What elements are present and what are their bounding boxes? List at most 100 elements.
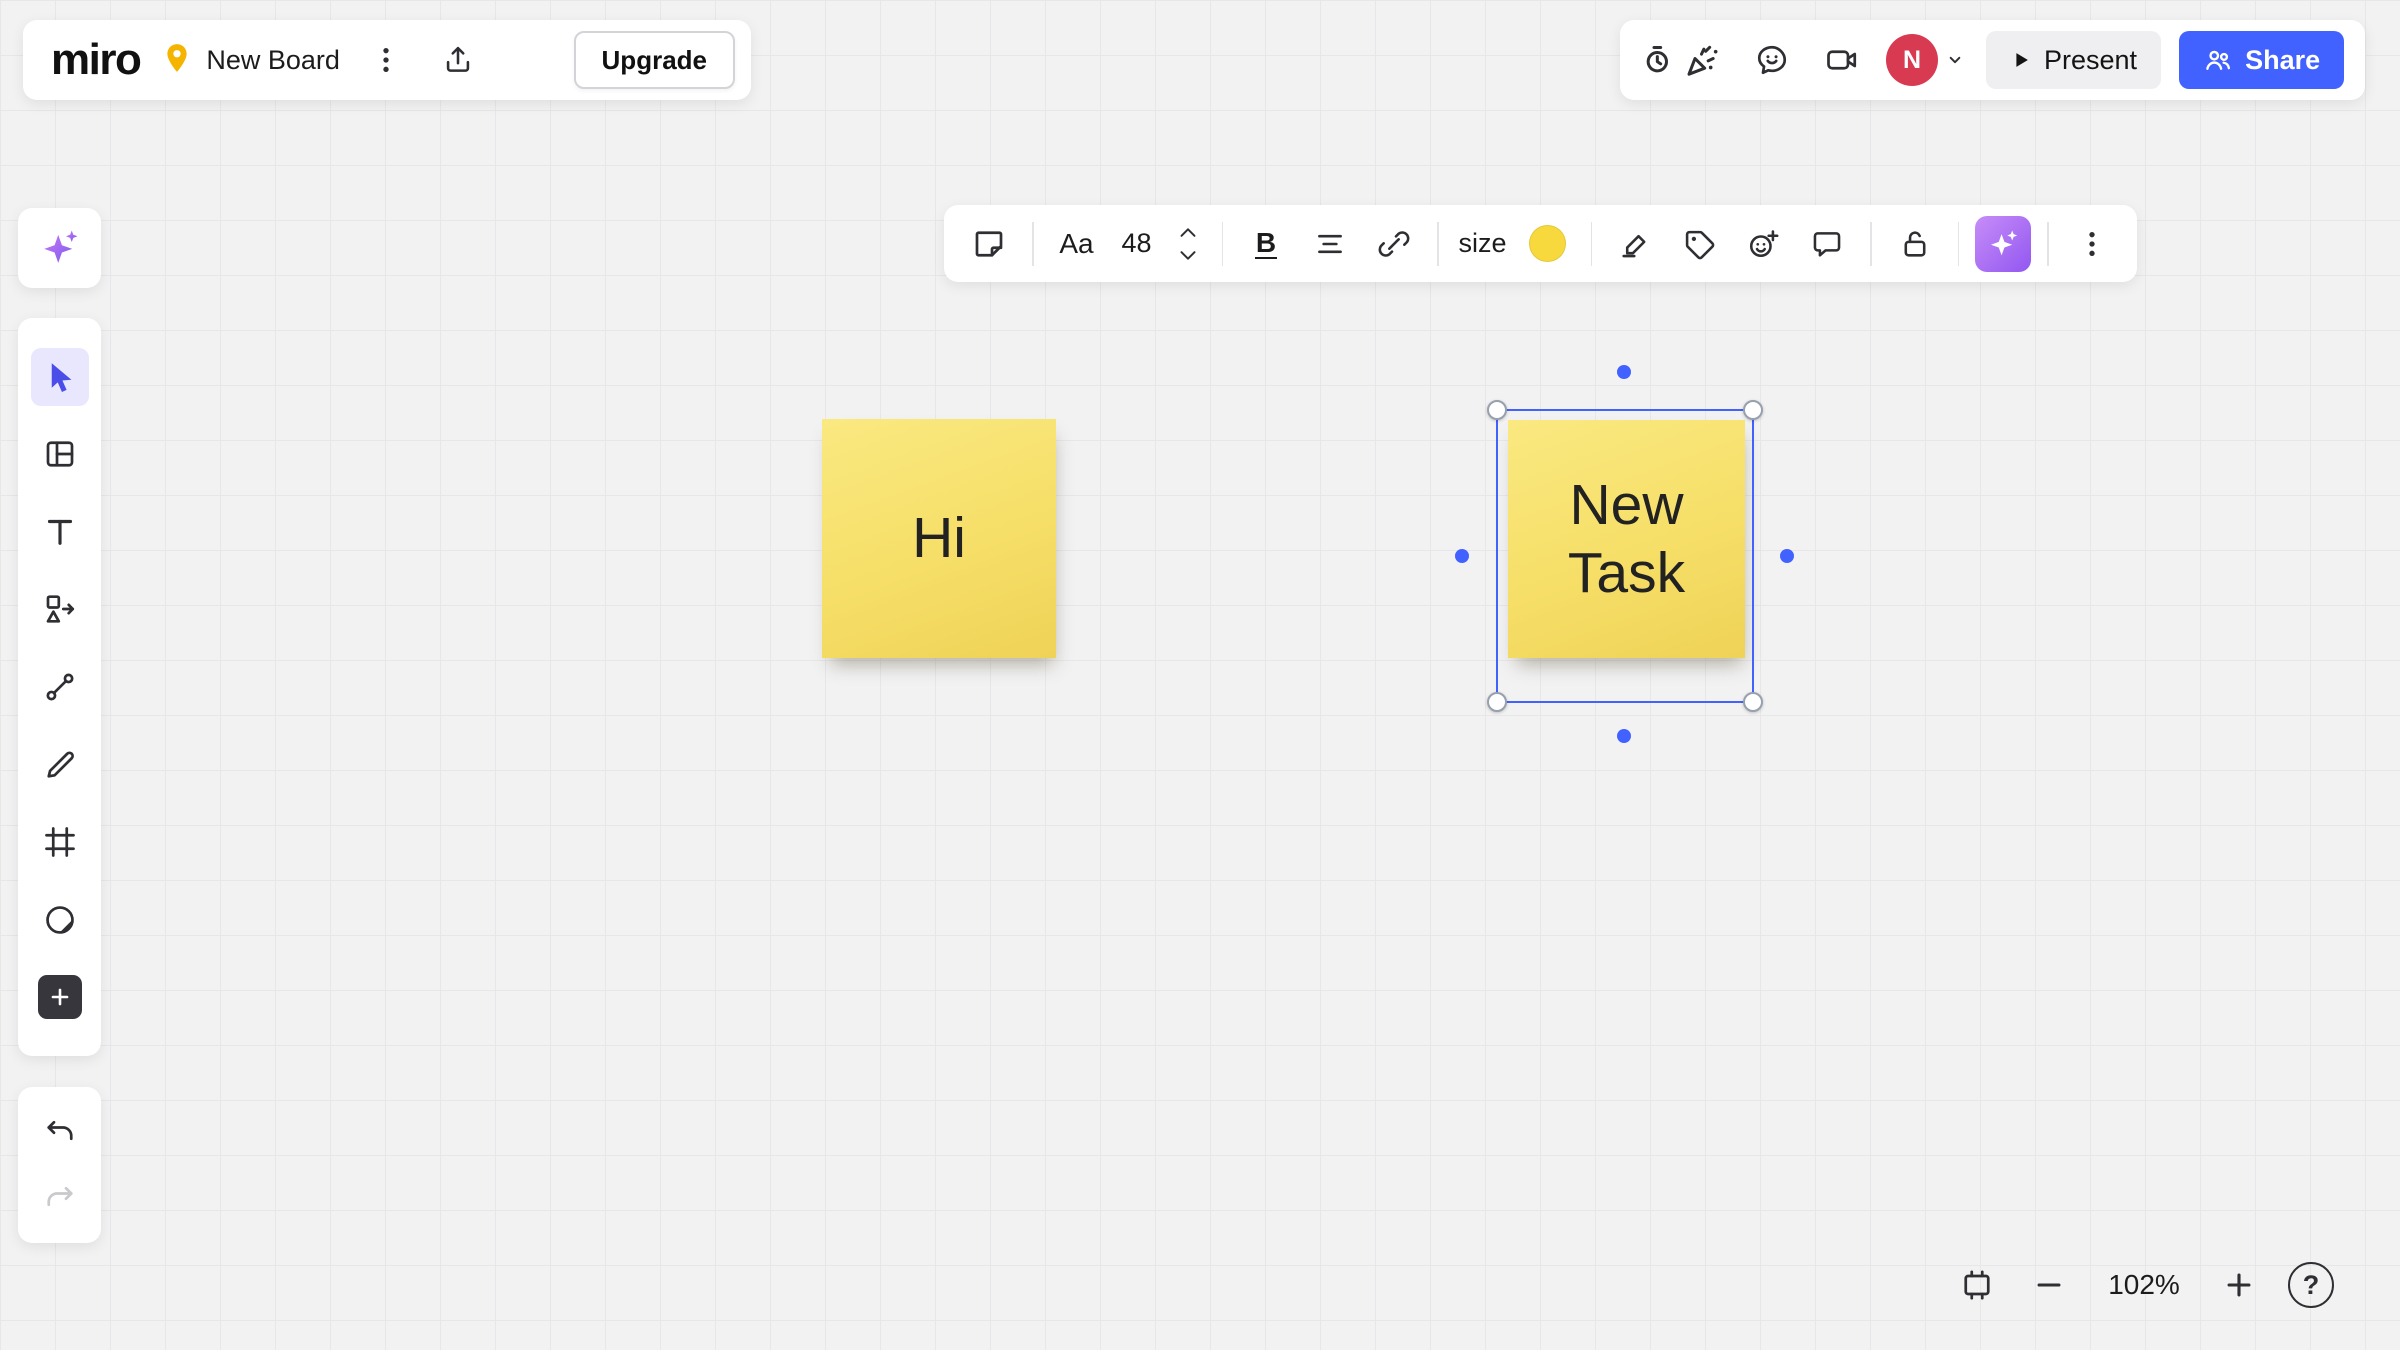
comment-icon: [1813, 231, 1841, 257]
board-pin-icon: [160, 41, 194, 80]
templates-tool[interactable]: [31, 425, 89, 483]
chat-smiley-icon: [1757, 45, 1787, 75]
history-toolbar: [18, 1087, 101, 1243]
fit-to-screen-button[interactable]: [1950, 1258, 2004, 1312]
board-title-group[interactable]: New Board: [160, 41, 340, 80]
minus-icon: [2037, 1283, 2061, 1287]
divider: [1957, 221, 1960, 266]
divider: [1221, 221, 1223, 266]
facilitation-tools-button[interactable]: [1640, 34, 1728, 86]
note-type-button[interactable]: [962, 217, 1016, 271]
size-label: size: [1458, 228, 1507, 258]
account-menu[interactable]: N: [1886, 34, 1968, 86]
comment-button[interactable]: [1800, 217, 1854, 271]
zoom-level[interactable]: 102%: [2094, 1269, 2194, 1301]
undo-button[interactable]: [31, 1103, 89, 1161]
chevron-down-icon: [1949, 56, 1961, 64]
text-style-label: Aa: [1059, 227, 1094, 259]
fit-to-screen-icon: [1964, 1270, 1990, 1300]
share-button[interactable]: Share: [2179, 31, 2345, 89]
pen-icon: [46, 751, 74, 778]
ai-assistant-button[interactable]: [31, 219, 89, 277]
plus-icon: [37, 975, 82, 1020]
user-avatar[interactable]: N: [1886, 34, 1938, 86]
quick-add-dot-top[interactable]: [1617, 365, 1631, 379]
note-color-button[interactable]: [1521, 217, 1575, 271]
board-canvas[interactable]: Hi New Task: [0, 0, 2400, 1350]
share-label: Share: [2245, 44, 2321, 75]
frame-tool[interactable]: [31, 813, 89, 871]
font-size-stepper: [1170, 220, 1206, 268]
zoom-controls: 102% ?: [1950, 1258, 2338, 1312]
video-camera-icon: [1827, 50, 1857, 70]
zoom-out-button[interactable]: [2022, 1258, 2076, 1312]
chevron-up-icon: [1180, 227, 1195, 237]
divider: [1870, 221, 1872, 266]
tag-button[interactable]: [1672, 217, 1726, 271]
upgrade-button[interactable]: Upgrade: [573, 31, 735, 89]
ai-sparkle-icon: [1990, 230, 2018, 255]
export-icon: [446, 46, 470, 72]
miro-logo[interactable]: miro: [51, 38, 142, 82]
video-call-button[interactable]: [1816, 34, 1868, 86]
text-align-button[interactable]: [1303, 217, 1357, 271]
connection-line-tool[interactable]: [31, 658, 89, 716]
stickers-tool[interactable]: [31, 891, 89, 949]
resize-handle-bottom-left[interactable]: [1487, 692, 1507, 712]
resize-handle-top-left[interactable]: [1487, 400, 1507, 420]
more-options-button[interactable]: [2065, 217, 2119, 271]
quick-add-dot-right[interactable]: [1780, 549, 1794, 563]
pen-tool[interactable]: [31, 736, 89, 794]
sticky-note-icon: [975, 230, 1003, 257]
font-size-value[interactable]: 48: [1114, 228, 1160, 259]
redo-icon: [46, 1186, 73, 1207]
lock-button[interactable]: [1888, 217, 1942, 271]
redo-button[interactable]: [31, 1169, 89, 1227]
divider: [1590, 221, 1593, 266]
board-menu-button[interactable]: [360, 34, 412, 86]
text-tool[interactable]: [31, 503, 89, 561]
resize-handle-bottom-right[interactable]: [1743, 692, 1763, 712]
shapes-tool[interactable]: [31, 580, 89, 638]
cursor-icon: [51, 362, 71, 392]
sticky-note[interactable]: Hi: [822, 419, 1056, 658]
highlighter-button[interactable]: [1608, 217, 1662, 271]
font-size-decrease-button[interactable]: [1170, 244, 1206, 268]
text-icon: [47, 519, 72, 545]
more-tools-button[interactable]: [31, 968, 89, 1026]
share-people-icon: [2206, 50, 2231, 70]
bold-button[interactable]: B: [1239, 217, 1293, 271]
board-name[interactable]: New Board: [206, 45, 340, 76]
miro-app: Hi New Task miro New Board Upgrade N Pre…: [0, 0, 2400, 1350]
zoom-in-button[interactable]: [2212, 1258, 2266, 1312]
help-button[interactable]: ?: [2284, 1258, 2338, 1312]
bold-label: B: [1254, 226, 1278, 260]
undo-icon: [46, 1120, 73, 1141]
sticky-note-text: Hi: [912, 506, 966, 571]
add-reaction-button[interactable]: [1736, 217, 1790, 271]
emoji-plus-icon: [1749, 229, 1779, 257]
facilitation-tools-icon: [1646, 45, 1718, 76]
quick-add-dot-left[interactable]: [1455, 549, 1469, 563]
connection-line-icon: [46, 673, 74, 701]
link-button[interactable]: [1367, 217, 1421, 271]
link-icon: [1378, 230, 1410, 257]
text-style-button[interactable]: Aa: [1050, 217, 1104, 271]
header-left: miro New Board Upgrade: [23, 20, 751, 100]
present-button[interactable]: Present: [1986, 31, 2162, 89]
align-center-icon: [1318, 234, 1342, 253]
font-size-increase-button[interactable]: [1170, 220, 1206, 244]
resize-handle-top-right[interactable]: [1743, 400, 1763, 420]
select-tool[interactable]: [30, 347, 89, 406]
quick-add-dot-bottom[interactable]: [1617, 729, 1631, 743]
export-board-button[interactable]: [432, 34, 484, 86]
kebab-menu-icon: [2088, 231, 2095, 256]
kebab-menu-icon: [383, 48, 389, 72]
sticky-note-selected[interactable]: New Task: [1508, 420, 1745, 658]
sticky-note-text: New Task: [1567, 472, 1686, 605]
ai-actions-button[interactable]: [1975, 215, 2032, 272]
highlighter-icon: [1622, 234, 1646, 257]
chat-button[interactable]: [1746, 34, 1798, 86]
header-right: N Present Share: [1620, 20, 2365, 100]
tools-toolbar: [18, 318, 101, 1056]
